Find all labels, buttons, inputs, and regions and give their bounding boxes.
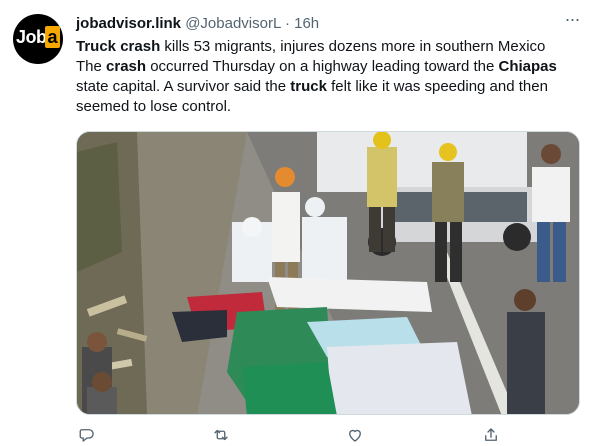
- tweet-headline: Truck crash kills 53 migrants, injures d…: [76, 37, 581, 57]
- reply-button[interactable]: [76, 424, 98, 446]
- avatar-logo-text: Job: [16, 27, 47, 47]
- keyword-truck: Truck: [76, 38, 117, 55]
- avatar[interactable]: Job a: [13, 14, 63, 64]
- keyword-crash: crash: [106, 58, 147, 75]
- separator: ·: [284, 15, 290, 32]
- display-name[interactable]: jobadvisor.link: [76, 15, 181, 32]
- user-handle[interactable]: @JobadvisorL: [185, 15, 281, 32]
- tweet-body: The crash occurred Thursday on a highway…: [76, 57, 581, 117]
- tweet-header: jobadvisor.link @JobadvisorL · 16h: [76, 14, 319, 34]
- keyword-truck: truck: [290, 78, 327, 95]
- body-text-2: occurred Thursday on a highway leading t…: [146, 58, 499, 75]
- tweet-text: Truck crash kills 53 migrants, injures d…: [76, 37, 581, 117]
- photo-scene: [77, 132, 579, 414]
- keyword-chiapas: Chiapas: [498, 58, 557, 75]
- reply-icon: [79, 429, 94, 442]
- tweet-photo[interactable]: [76, 131, 580, 415]
- avatar-logo-box: a: [45, 26, 60, 48]
- heart-icon: [349, 429, 361, 442]
- like-button[interactable]: [344, 424, 366, 446]
- keyword-crash: crash: [120, 38, 161, 55]
- share-icon: [485, 428, 497, 441]
- body-text-1: The: [76, 58, 107, 75]
- retweet-button[interactable]: [210, 424, 232, 446]
- timestamp[interactable]: 16h: [294, 15, 319, 32]
- share-button[interactable]: [480, 424, 502, 446]
- tweet-actions: [76, 424, 516, 446]
- body-text-3: state capital. A survivor said the: [76, 78, 291, 95]
- headline-text: kills 53 migrants, injures dozens more i…: [160, 38, 546, 55]
- retweet-icon: [214, 429, 228, 441]
- more-options-button[interactable]: ···: [562, 9, 582, 29]
